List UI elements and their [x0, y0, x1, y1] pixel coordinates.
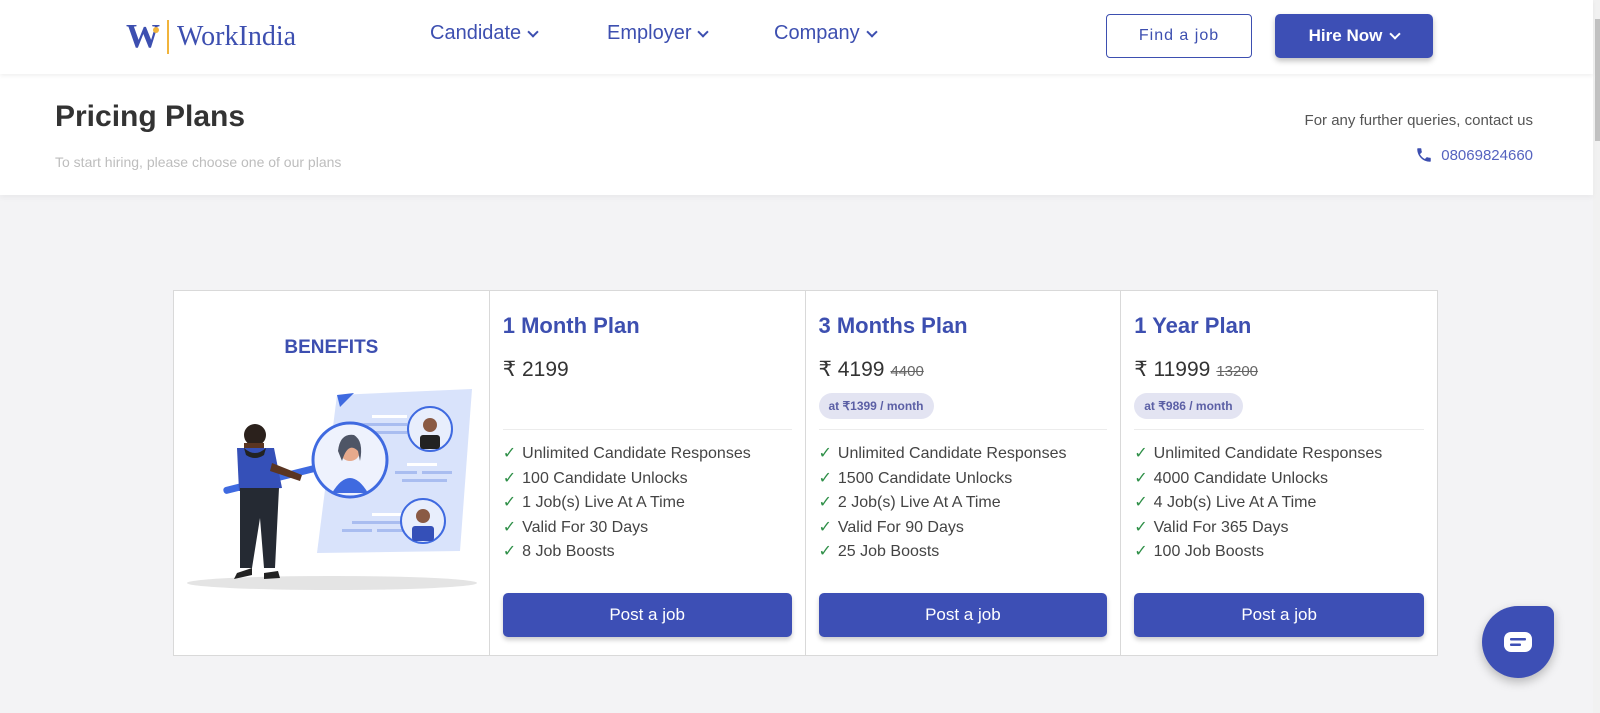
plan-price: ₹ 4199 4400 — [819, 357, 924, 382]
feature-item: ✓ 100 Job Boosts — [1134, 540, 1382, 565]
nav-candidate-dropdown[interactable]: Candidate — [430, 22, 539, 45]
post-a-job-button[interactable]: Post a job — [502, 593, 792, 637]
benefits-title: BENEFITS — [284, 337, 379, 358]
feature-item: ✓ 8 Job Boosts — [503, 540, 751, 565]
check-icon: ✓ — [1134, 518, 1148, 536]
feature-item: ✓ 4000 Candidate Unlocks — [1134, 467, 1382, 492]
feature-item: ✓ 2 Job(s) Live At A Time — [819, 491, 1067, 516]
scrollbar-thumb[interactable] — [1595, 19, 1600, 141]
check-icon: ✓ — [818, 543, 832, 560]
logo-mark-icon: W — [126, 18, 160, 55]
feature-item: ✓ Valid For 365 Days — [1134, 516, 1382, 541]
hire-now-label: Hire Now — [1308, 26, 1383, 45]
original-price: 4400 — [890, 363, 924, 380]
price-value: 11999 — [1153, 358, 1211, 381]
per-month-badge: at ₹1399 / month — [818, 393, 934, 419]
post-a-job-button[interactable]: Post a job — [818, 593, 1108, 637]
contact-phone-link[interactable]: 08069824660 — [1415, 146, 1533, 164]
check-icon: ✓ — [1134, 445, 1148, 462]
chevron-down-icon — [697, 25, 710, 38]
top-navigation-bar: W WorkIndia Candidate Employer Company F… — [0, 0, 1593, 74]
recruiter-illustration — [187, 389, 477, 590]
nav-candidate-label: Candidate — [430, 22, 522, 44]
feature-item: ✓ Unlimited Candidate Responses — [1134, 442, 1382, 467]
check-icon: ✓ — [1134, 494, 1148, 511]
check-icon: ✓ — [818, 518, 832, 536]
chevron-down-icon — [865, 25, 878, 38]
currency-symbol: ₹ — [502, 358, 517, 381]
logo-text: WorkIndia — [177, 21, 297, 52]
workindia-logo[interactable]: W WorkIndia — [126, 20, 296, 54]
contact-phone-number: 08069824660 — [1441, 146, 1533, 164]
plan-divider — [502, 429, 792, 430]
plan-divider — [1134, 429, 1424, 430]
plan-name: 1 Month Plan — [502, 313, 640, 338]
check-icon: ✓ — [502, 494, 517, 511]
currency-symbol: ₹ — [1134, 358, 1148, 381]
nav-employer-dropdown[interactable]: Employer — [607, 22, 710, 45]
page-subtitle: To start hiring, please choose one of ou… — [55, 154, 342, 170]
chevron-down-icon — [1389, 28, 1402, 40]
check-icon: ✓ — [818, 469, 832, 487]
check-icon: ✓ — [1134, 469, 1148, 487]
check-icon: ✓ — [502, 469, 517, 487]
feature-item: ✓ 1500 Candidate Unlocks — [819, 467, 1067, 492]
contact-label: For any further queries, contact us — [1304, 112, 1533, 129]
per-month-badge: at ₹986 / month — [1134, 393, 1243, 419]
feature-item: ✓ Unlimited Candidate Responses — [819, 442, 1067, 467]
phone-icon — [1417, 148, 1431, 162]
plan-name: 1 Year Plan — [1134, 313, 1252, 338]
pricing-header-section: Pricing Plans To start hiring, please ch… — [0, 74, 1593, 195]
feature-item: ✓ 100 Candidate Unlocks — [503, 467, 751, 492]
plan-features-list: ✓ Unlimited Candidate Responses ✓ 4000 Can… — [1134, 442, 1382, 565]
check-icon: ✓ — [818, 494, 832, 511]
find-a-job-button[interactable]: Find a job — [1106, 14, 1252, 58]
plan-price: ₹ 2199 — [503, 357, 569, 382]
benefits-column: BENEFITS — [174, 291, 490, 655]
check-icon: ✓ — [1134, 543, 1148, 560]
check-icon: ✓ — [502, 518, 517, 536]
price-value: 2199 — [521, 358, 569, 381]
nav-employer-label: Employer — [607, 22, 692, 44]
plan-features-list: ✓ Unlimited Candidate Responses ✓ 100 Cand… — [503, 442, 751, 565]
check-icon: ✓ — [502, 543, 517, 560]
plan-card-1-year: 1 Year Plan ₹ 11999 13200 at ₹986 / mont… — [1121, 291, 1437, 655]
currency-symbol: ₹ — [818, 358, 832, 381]
feature-item: ✓ Valid For 30 Days — [503, 516, 751, 541]
chat-widget-button[interactable] — [1482, 606, 1554, 678]
feature-item: ✓ 4 Job(s) Live At A Time — [1134, 491, 1382, 516]
feature-item: ✓ 1 Job(s) Live At A Time — [503, 491, 751, 516]
original-price: 13200 — [1216, 363, 1259, 380]
chevron-down-icon — [527, 25, 539, 38]
plan-card-1-month: 1 Month Plan ₹ 2199 ✓ Unlimited Candidate… — [490, 291, 806, 655]
plan-price: ₹ 11999 13200 — [1134, 357, 1258, 382]
hire-now-button[interactable]: Hire Now — [1275, 14, 1433, 58]
chat-icon — [1504, 632, 1532, 652]
logo-separator — [167, 20, 169, 54]
page-title: Pricing Plans — [55, 100, 246, 133]
nav-company-dropdown[interactable]: Company — [774, 22, 878, 45]
feature-item: ✓ 25 Job Boosts — [819, 540, 1067, 565]
feature-item: ✓ Unlimited Candidate Responses — [503, 442, 751, 467]
check-icon: ✓ — [502, 445, 517, 462]
feature-item: ✓ Valid For 90 Days — [819, 516, 1067, 541]
price-value: 4199 — [837, 358, 885, 381]
plan-name: 3 Months Plan — [818, 313, 968, 338]
nav-company-label: Company — [774, 22, 860, 44]
pricing-plans-table: BENEFITS 1 Month Plan ₹ 2199 ✓ Unlimited… — [173, 290, 1438, 656]
check-icon: ✓ — [818, 445, 832, 462]
plan-divider — [818, 429, 1108, 430]
post-a-job-button[interactable]: Post a job — [1134, 593, 1424, 637]
page-scrollbar[interactable] — [1593, 0, 1600, 713]
plan-card-3-months: 3 Months Plan ₹ 4199 4400 at ₹1399 / mon… — [806, 291, 1122, 655]
plan-features-list: ✓ Unlimited Candidate Responses ✓ 1500 Can… — [819, 442, 1067, 565]
